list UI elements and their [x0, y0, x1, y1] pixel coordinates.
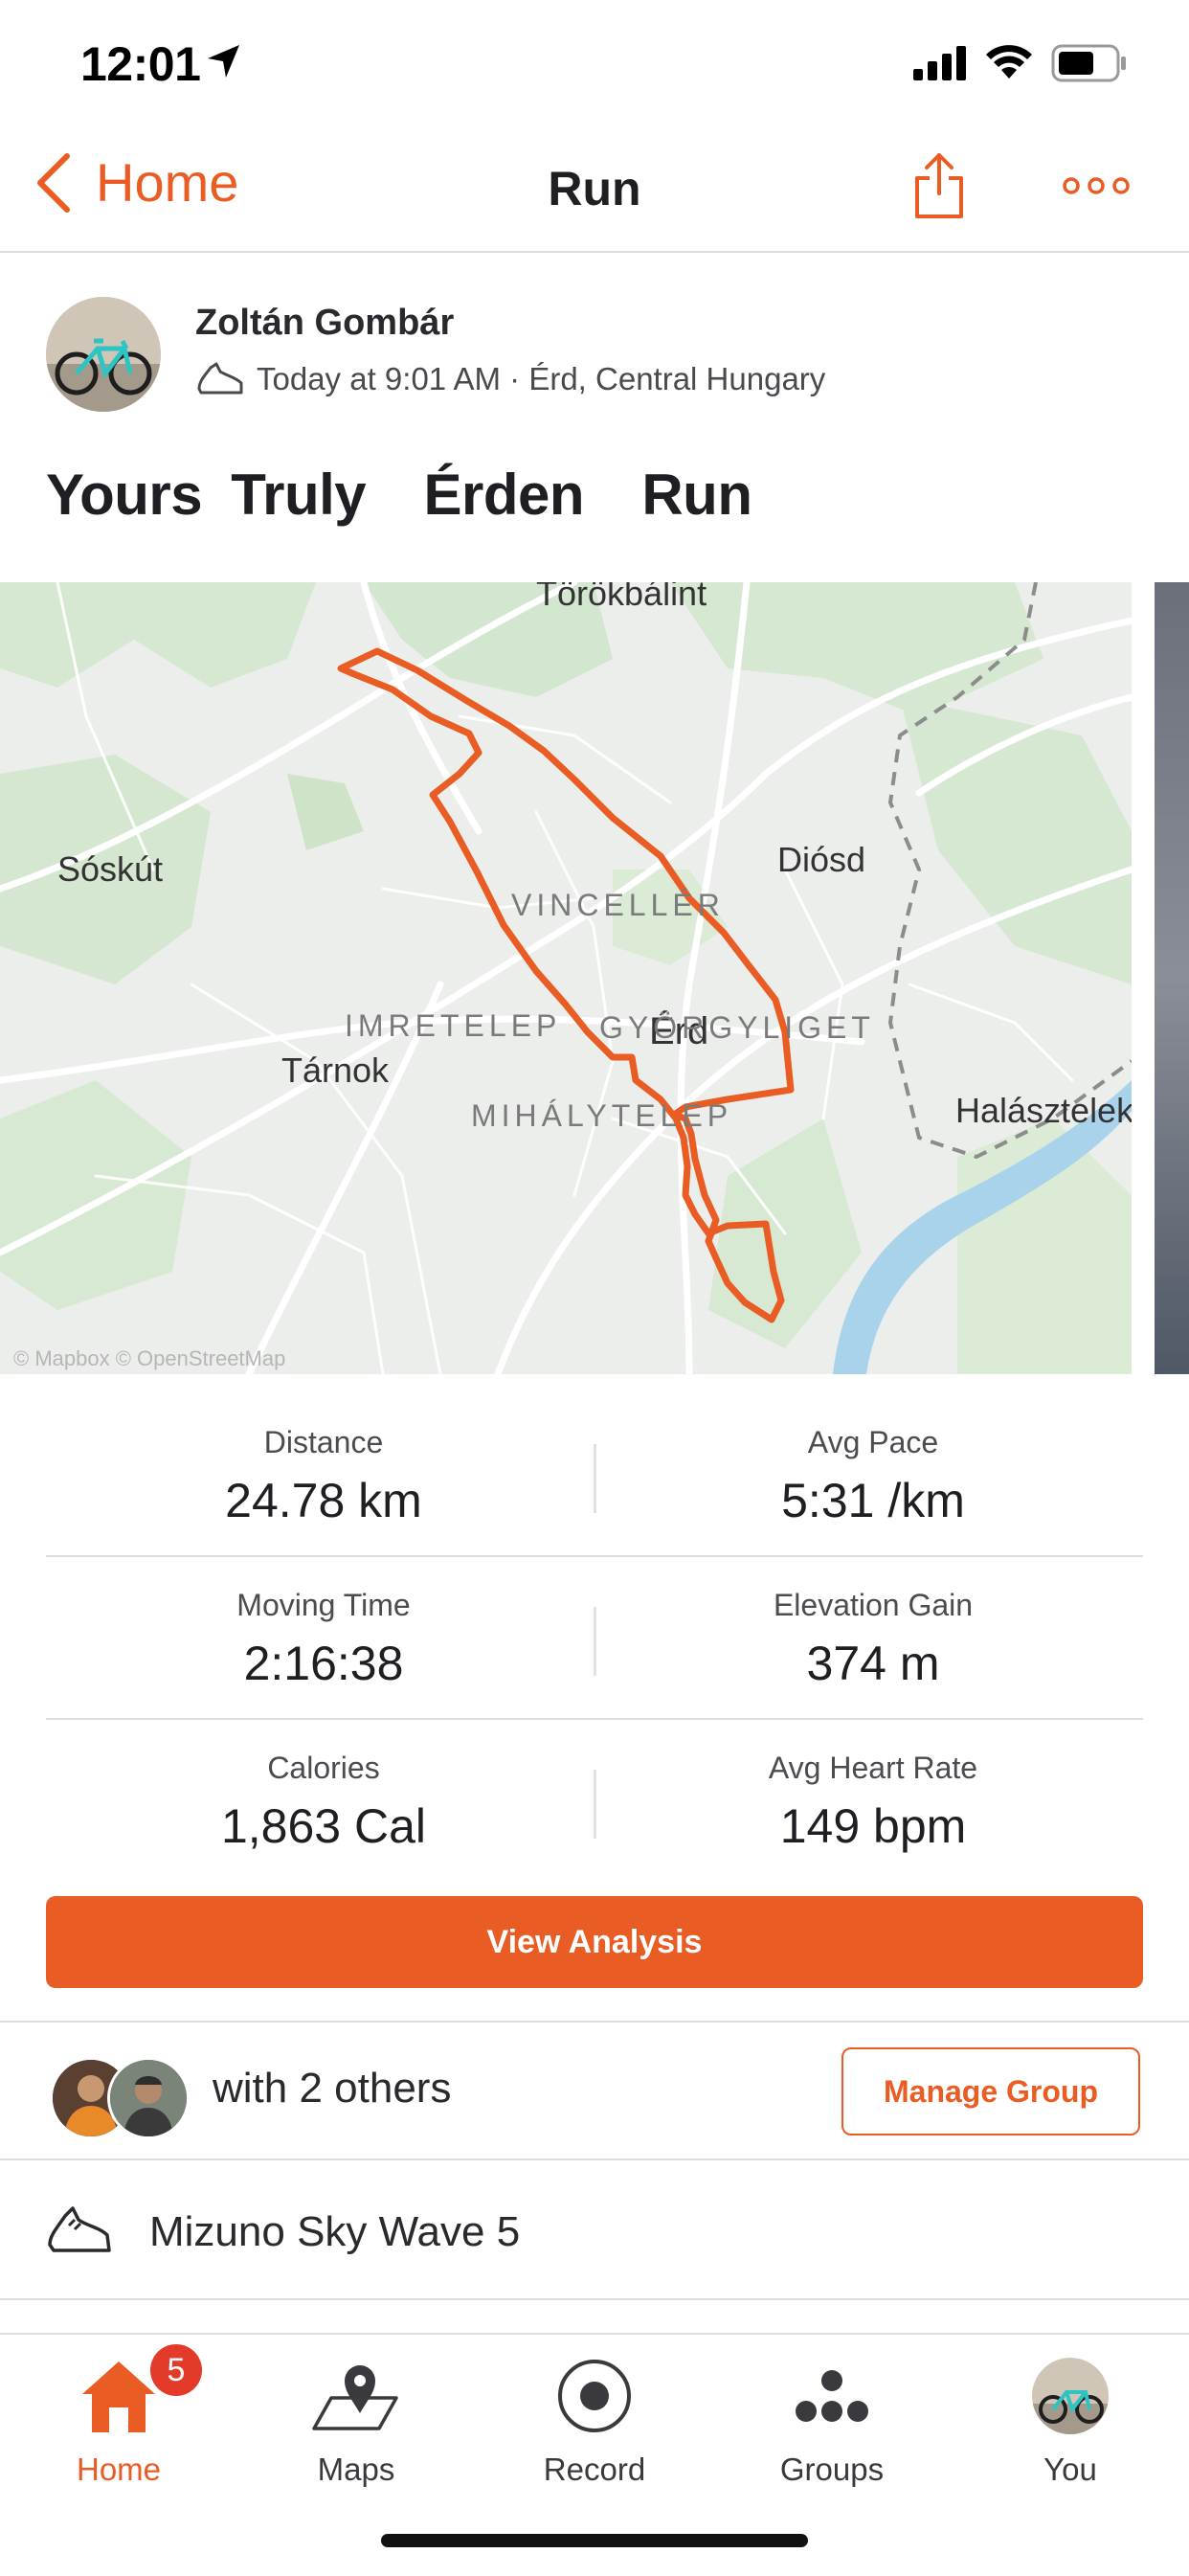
map-label-torokbalint: Törökbálint — [536, 582, 707, 613]
location-arrow-icon — [208, 45, 239, 78]
manage-group-button[interactable]: Manage Group — [841, 2047, 1140, 2135]
map-label-tarnok: Tárnok — [281, 1051, 390, 1090]
notification-badge: 5 — [150, 2344, 202, 2396]
groups-icon — [796, 2370, 868, 2422]
stat-value-elevation-gain: 374 m — [806, 1637, 940, 1690]
share-icon[interactable] — [913, 151, 965, 220]
person-photo-icon — [110, 2060, 187, 2136]
stat-value-calories: 1,863 Cal — [220, 1799, 427, 1853]
home-indicator — [381, 2534, 808, 2547]
route-map[interactable]: Törökbálint Sóskút Diósd Érd Tárnok Halá… — [0, 582, 1132, 1374]
tab-groups[interactable]: Groups — [713, 2335, 951, 2526]
section-divider — [0, 2021, 1189, 2022]
stat-divider — [594, 1770, 596, 1839]
activity-meta-text: Today at 9:01 AM · Érd, Central Hungary — [257, 361, 826, 396]
athlete-avatar[interactable] — [46, 297, 161, 412]
gear-name[interactable]: Mizuno Sky Wave 5 — [149, 2208, 520, 2256]
nav-divider — [0, 251, 1189, 253]
athlete-name[interactable]: Zoltán Gombár — [195, 303, 454, 344]
map-pin-icon — [312, 2365, 398, 2430]
stat-value-avg-heart-rate: 149 bpm — [779, 1799, 967, 1853]
tab-maps-label: Maps — [317, 2452, 395, 2487]
home-icon — [82, 2361, 155, 2432]
tab-home[interactable]: Home — [0, 2335, 237, 2526]
tab-maps[interactable]: Maps — [237, 2335, 475, 2526]
status-time: 12:01 — [80, 37, 201, 91]
section-divider — [0, 2298, 1189, 2300]
activity-meta: Today at 9:01 AM · Érd, Central Hungary — [195, 360, 825, 398]
page-title: Run — [548, 162, 641, 215]
map-label-mihalytelep: MIHÁLYTELEP — [471, 1098, 732, 1133]
map-label-imretelep: IMRETELEP — [345, 1008, 561, 1043]
stat-row-divider — [46, 1555, 1143, 1557]
cellular-signal-icon — [913, 46, 966, 80]
bicycle-avatar-image — [46, 297, 161, 412]
section-divider — [0, 2158, 1189, 2160]
profile-avatar-icon — [1032, 2358, 1109, 2434]
wifi-icon — [986, 45, 1032, 79]
shoe-icon — [197, 362, 243, 395]
map-label-vinceller: VINCELLÉR — [511, 888, 725, 922]
tab-record-label: Record — [543, 2452, 646, 2487]
record-icon — [558, 2360, 631, 2432]
map-label-soskut: Sóskút — [57, 849, 163, 889]
stat-label-avg-pace: Avg Pace — [807, 1425, 939, 1459]
stat-value-moving-time: 2:16:38 — [243, 1637, 404, 1690]
map-attribution: © Mapbox © OpenStreetMap — [13, 1346, 285, 1370]
stat-value-avg-pace: 5:31 /km — [781, 1474, 965, 1527]
map-label-diosd: Diósd — [777, 840, 865, 879]
stat-label-distance: Distance — [263, 1425, 384, 1459]
shoe-icon — [48, 2206, 111, 2252]
tab-you-label: You — [1043, 2452, 1097, 2487]
activity-title: Yours Truly Érden Run — [46, 463, 752, 527]
photo-preview[interactable] — [1155, 582, 1189, 1374]
stat-label-calories: Calories — [267, 1751, 380, 1785]
stat-divider — [594, 1607, 596, 1676]
tab-home-label: Home — [76, 2452, 162, 2487]
group-member-avatar[interactable] — [107, 2057, 190, 2139]
tab-record[interactable]: Record — [476, 2335, 713, 2526]
tab-groups-label: Groups — [779, 2452, 885, 2487]
stat-label-moving-time: Moving Time — [236, 1588, 411, 1622]
map-label-gyorgyliget: GYÖRGYLIGET — [599, 1010, 875, 1045]
stat-row-divider — [46, 1718, 1143, 1720]
group-text: with 2 others — [213, 2065, 452, 2112]
more-options-icon[interactable] — [1063, 174, 1130, 197]
tab-you[interactable]: You — [952, 2335, 1189, 2526]
view-analysis-button[interactable]: View Analysis — [46, 1896, 1143, 1988]
stat-label-elevation-gain: Elevation Gain — [773, 1588, 974, 1622]
map-label-halasztelek: Halásztelek — [955, 1091, 1132, 1130]
stat-divider — [594, 1444, 596, 1513]
stat-label-avg-heart-rate: Avg Heart Rate — [768, 1751, 978, 1785]
map-canvas: Törökbálint Sóskút Diósd Érd Tárnok Halá… — [0, 582, 1132, 1374]
stat-value-distance: 24.78 km — [225, 1474, 422, 1527]
battery-icon — [1051, 44, 1126, 82]
